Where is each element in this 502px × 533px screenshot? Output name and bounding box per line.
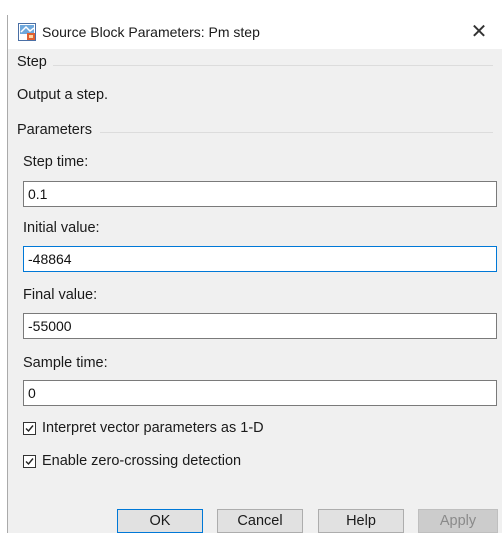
- apply-button: Apply: [418, 509, 498, 533]
- zero-crossing-label: Enable zero-crossing detection: [42, 453, 242, 469]
- simulink-block-icon: [18, 23, 36, 41]
- final-value-input[interactable]: [23, 313, 497, 339]
- close-icon: ✕: [470, 21, 488, 43]
- title-bar[interactable]: Source Block Parameters: Pm step ✕: [8, 15, 502, 49]
- step-time-label: Step time:: [23, 154, 89, 170]
- cancel-button[interactable]: Cancel: [217, 509, 303, 533]
- initial-value-label: Initial value:: [23, 220, 100, 236]
- checkmark-icon: [25, 425, 34, 433]
- checkmark-icon: [25, 458, 34, 466]
- close-button[interactable]: ✕: [466, 20, 492, 44]
- window-title: Source Block Parameters: Pm step: [42, 24, 260, 40]
- block-description: Output a step.: [17, 87, 109, 103]
- interpret-vector-label: Interpret vector parameters as 1-D: [42, 420, 264, 436]
- parameters-group-title: Parameters: [17, 122, 92, 138]
- sample-time-input[interactable]: [23, 380, 497, 406]
- ok-button[interactable]: OK: [117, 509, 203, 533]
- dialog-window: Source Block Parameters: Pm step ✕ Step …: [7, 15, 502, 533]
- help-button[interactable]: Help: [318, 509, 404, 533]
- zero-crossing-checkbox[interactable]: [23, 455, 36, 468]
- step-group-title: Step: [17, 54, 47, 70]
- step-time-input[interactable]: [23, 181, 497, 207]
- sample-time-label: Sample time:: [23, 355, 108, 371]
- final-value-label: Final value:: [23, 287, 98, 303]
- parameters-group-divider: [100, 132, 493, 133]
- initial-value-input[interactable]: [23, 246, 497, 272]
- interpret-vector-checkbox[interactable]: [23, 422, 36, 435]
- step-group-divider: [53, 65, 493, 66]
